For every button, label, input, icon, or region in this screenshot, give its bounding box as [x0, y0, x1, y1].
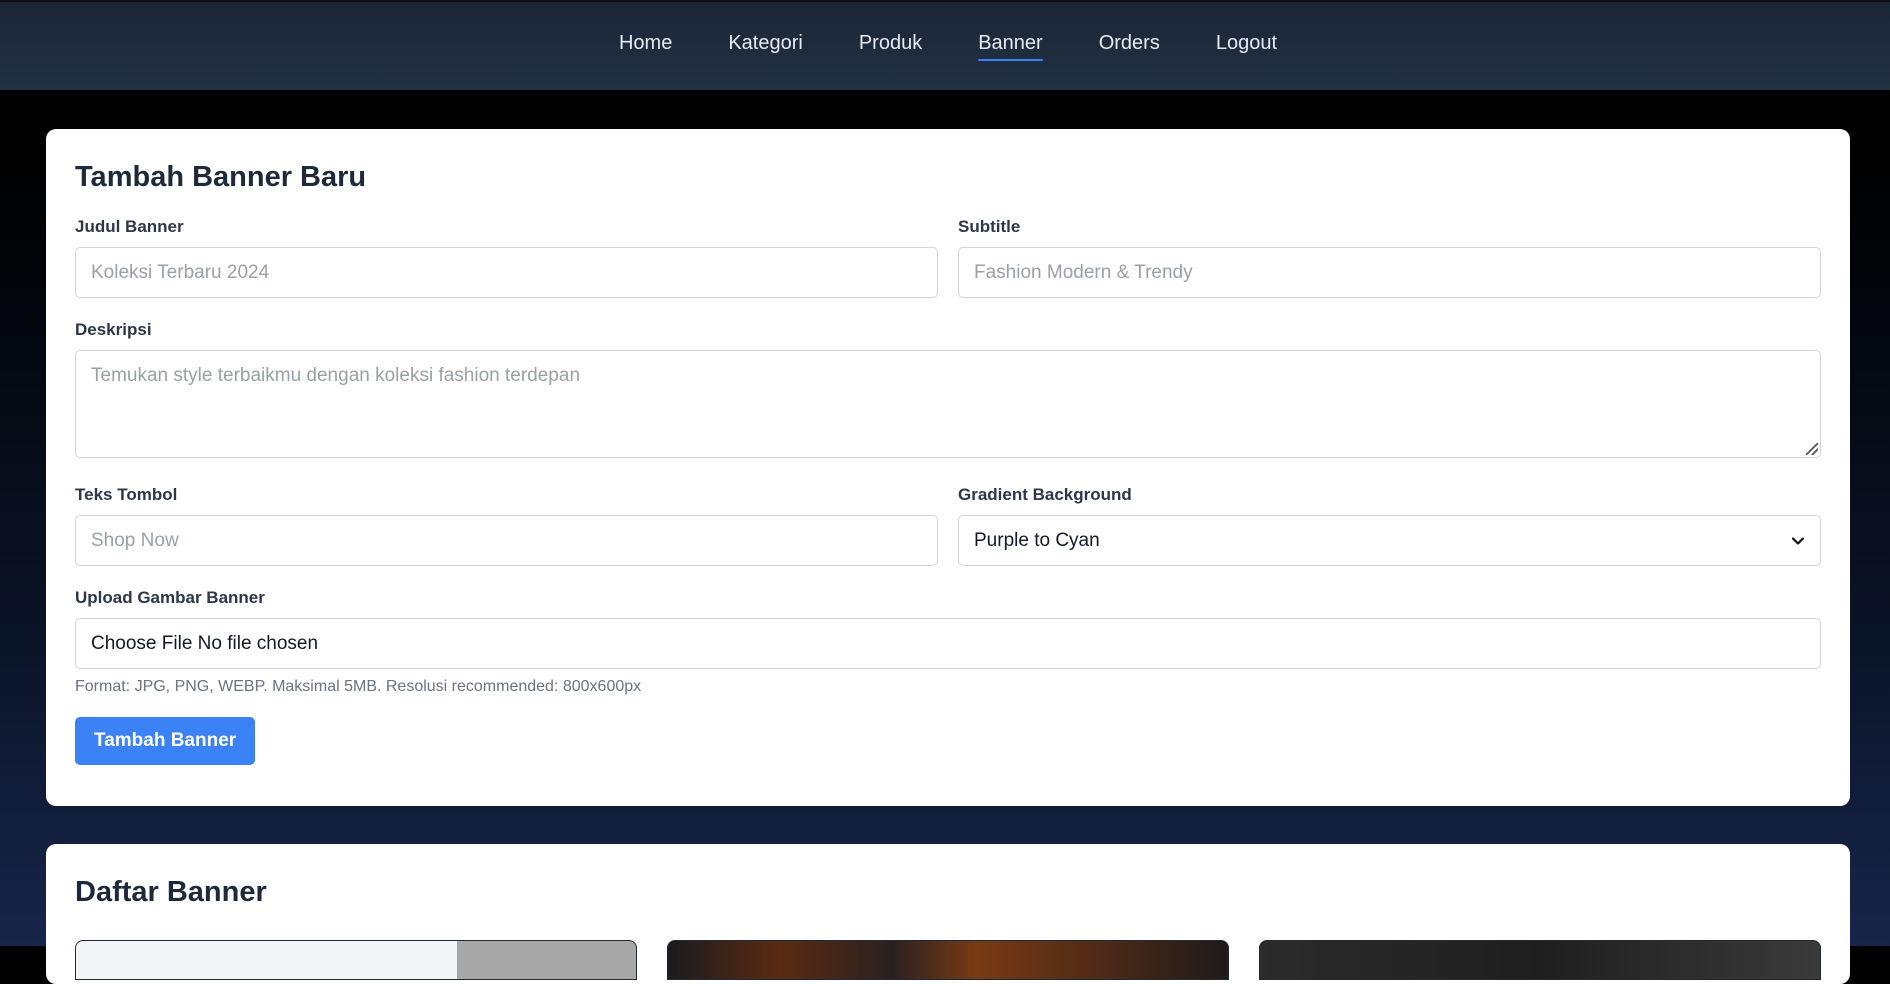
upload-hint: Format: JPG, PNG, WEBP. Maksimal 5MB. Re…	[75, 678, 642, 695]
upload-file-input[interactable]: Choose File No file chosen	[75, 618, 1821, 669]
teks-tombol-field-group: Teks Tombol Shop Now	[75, 485, 938, 566]
banner-thumbnail[interactable]	[667, 940, 1229, 980]
gradient-label: Gradient Background	[958, 485, 1132, 504]
banner-thumbnails	[75, 940, 1821, 980]
upload-label: Upload Gambar Banner	[75, 588, 265, 607]
nav-item-banner[interactable]: Banner	[950, 28, 1071, 61]
resize-grip-icon[interactable]	[1806, 443, 1818, 455]
top-navigation: Home Kategori Produk Banner Orders Logou…	[0, 0, 1890, 90]
deskripsi-field-group: Deskripsi Temukan style terbaikmu dengan…	[75, 320, 1821, 458]
chevron-down-icon	[1791, 536, 1805, 545]
judul-label: Judul Banner	[75, 217, 184, 236]
list-title: Daftar Banner	[75, 876, 267, 908]
nav-item-kategori[interactable]: Kategori	[700, 28, 831, 58]
gradient-selected-value: Purple to Cyan	[974, 529, 1100, 551]
subtitle-field-group: Subtitle Fashion Modern & Trendy	[958, 217, 1821, 298]
add-banner-card: Tambah Banner Baru Judul Banner Koleksi …	[46, 129, 1850, 806]
banner-thumbnail[interactable]	[75, 940, 637, 980]
judul-input[interactable]: Koleksi Terbaru 2024	[75, 247, 938, 298]
tambah-banner-button[interactable]: Tambah Banner	[75, 717, 256, 765]
row-title-subtitle: Judul Banner Koleksi Terbaru 2024 Subtit…	[75, 217, 1821, 298]
banner-list-card: Daftar Banner	[46, 844, 1850, 984]
gradient-select[interactable]: Purple to Cyan	[958, 515, 1821, 566]
upload-field-group: Upload Gambar Banner Choose File No file…	[75, 588, 1821, 697]
deskripsi-label: Deskripsi	[75, 320, 152, 339]
form-title: Tambah Banner Baru	[75, 161, 367, 193]
deskripsi-placeholder: Temukan style terbaikmu dengan koleksi f…	[91, 365, 581, 386]
nav-item-produk[interactable]: Produk	[831, 28, 950, 58]
judul-field-group: Judul Banner Koleksi Terbaru 2024	[75, 217, 938, 298]
nav-item-logout[interactable]: Logout	[1188, 28, 1305, 58]
teks-tombol-label: Teks Tombol	[75, 485, 178, 504]
gradient-field-group: Gradient Background Purple to Cyan	[958, 485, 1821, 566]
row-button-gradient: Teks Tombol Shop Now Gradient Background…	[75, 485, 1821, 566]
nav-item-home[interactable]: Home	[591, 28, 700, 58]
banner-thumbnail[interactable]	[1259, 940, 1821, 980]
subtitle-label: Subtitle	[958, 217, 1021, 236]
deskripsi-textarea[interactable]: Temukan style terbaikmu dengan koleksi f…	[75, 350, 1821, 458]
nav-item-orders[interactable]: Orders	[1071, 28, 1188, 58]
teks-tombol-input[interactable]: Shop Now	[75, 515, 938, 566]
nav-links: Home Kategori Produk Banner Orders Logou…	[591, 28, 1305, 61]
subtitle-input[interactable]: Fashion Modern & Trendy	[958, 247, 1821, 298]
